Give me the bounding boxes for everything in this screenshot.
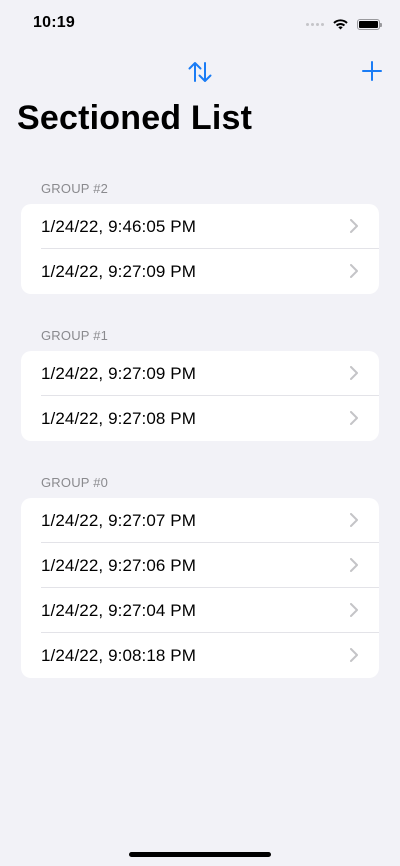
- status-time: 10:19: [33, 14, 75, 31]
- chevron-right-icon: [350, 603, 358, 617]
- home-indicator[interactable]: [129, 852, 271, 857]
- list-item[interactable]: 1/24/22, 9:27:07 PM: [21, 498, 379, 543]
- list-item[interactable]: 1/24/22, 9:27:04 PM: [21, 588, 379, 633]
- navigation-bar: [0, 50, 400, 94]
- wifi-icon: [333, 19, 348, 30]
- chevron-right-icon: [350, 366, 358, 380]
- list-item[interactable]: 1/24/22, 9:08:18 PM: [21, 633, 379, 678]
- list-item[interactable]: 1/24/22, 9:27:09 PM: [21, 249, 379, 294]
- plus-icon: [362, 61, 382, 81]
- section-header: GROUP #1: [41, 328, 109, 343]
- chevron-right-icon: [350, 219, 358, 233]
- chevron-right-icon: [350, 648, 358, 662]
- page-title: Sectioned List: [17, 99, 253, 137]
- section-header: GROUP #2: [41, 181, 109, 196]
- status-icons: [306, 14, 382, 34]
- battery-icon: [357, 18, 382, 30]
- list-item[interactable]: 1/24/22, 9:46:05 PM: [21, 204, 379, 249]
- list-item-label: 1/24/22, 9:27:09 PM: [41, 261, 197, 281]
- list-item-label: 1/24/22, 9:46:05 PM: [41, 216, 197, 236]
- list-item[interactable]: 1/24/22, 9:27:09 PM: [21, 351, 379, 396]
- list-item-label: 1/24/22, 9:27:04 PM: [41, 600, 197, 620]
- list-item-label: 1/24/22, 9:27:08 PM: [41, 408, 197, 428]
- list-item[interactable]: 1/24/22, 9:27:08 PM: [21, 396, 379, 441]
- chevron-right-icon: [350, 513, 358, 527]
- sort-button[interactable]: [186, 58, 214, 86]
- section-header: GROUP #0: [41, 475, 109, 490]
- section-card: 1/24/22, 9:27:07 PM 1/24/22, 9:27:06 PM …: [21, 498, 379, 678]
- chevron-right-icon: [350, 264, 358, 278]
- list-item[interactable]: 1/24/22, 9:27:06 PM: [21, 543, 379, 588]
- list-item-label: 1/24/22, 9:27:09 PM: [41, 363, 197, 383]
- chevron-right-icon: [350, 411, 358, 425]
- list-item-label: 1/24/22, 9:08:18 PM: [41, 645, 197, 665]
- cellular-signal-icon: [306, 22, 324, 26]
- list-item-label: 1/24/22, 9:27:06 PM: [41, 555, 197, 575]
- add-button[interactable]: [360, 59, 384, 83]
- chevron-right-icon: [350, 558, 358, 572]
- section-card: 1/24/22, 9:46:05 PM 1/24/22, 9:27:09 PM: [21, 204, 379, 294]
- status-bar: 10:19: [0, 0, 400, 50]
- list-item-label: 1/24/22, 9:27:07 PM: [41, 510, 197, 530]
- sort-arrows-icon: [188, 62, 212, 82]
- section-card: 1/24/22, 9:27:09 PM 1/24/22, 9:27:08 PM: [21, 351, 379, 441]
